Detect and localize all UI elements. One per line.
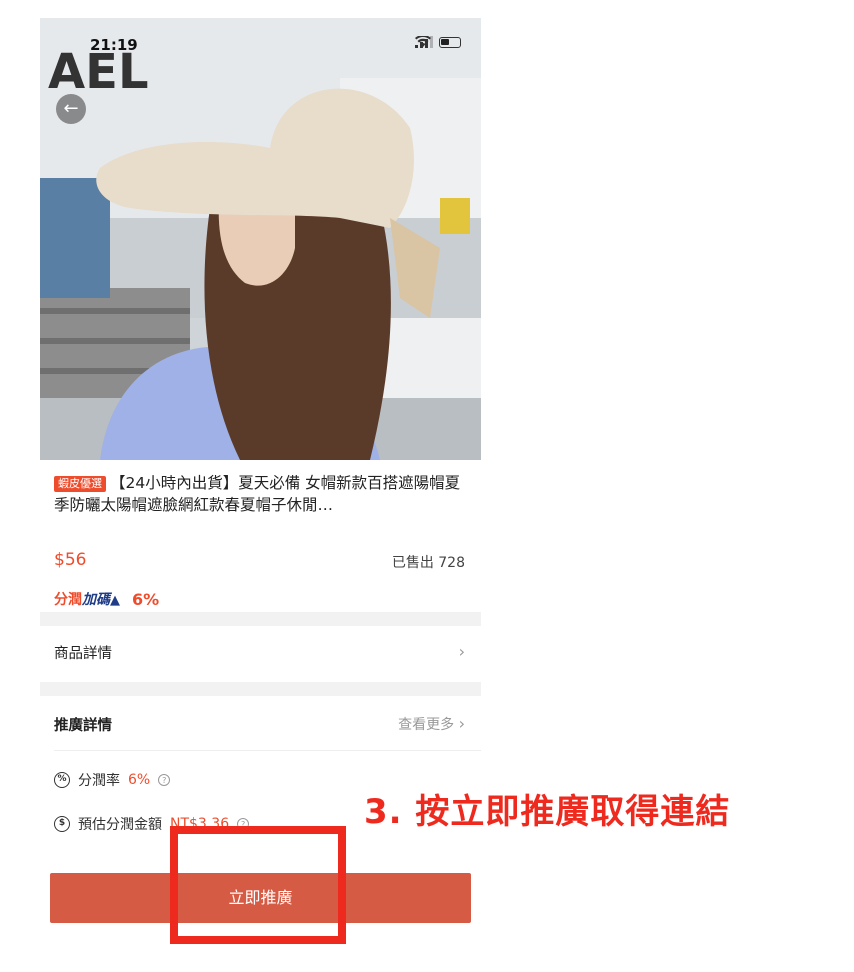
product-details-label: 商品詳情 <box>54 646 112 662</box>
product-image: AEL 21:19 ← <box>40 18 481 460</box>
percent-icon: % <box>54 772 70 788</box>
instruction-annotation: 3. 按立即推廣取得連結 <box>364 792 731 832</box>
commission-label: 分潤 <box>54 592 82 608</box>
product-details-row[interactable]: 商品詳情 › <box>40 628 481 676</box>
commission-rate-value: 6% <box>128 772 151 788</box>
product-title-text: 【24小時內出貨】夏天必備 女帽新款百搭遮陽帽夏季防曬太陽帽遮臉網紅款春夏帽子休… <box>54 474 461 514</box>
battery-icon <box>439 36 461 48</box>
arrow-up-icon: ▲ <box>110 593 120 608</box>
sold-count: 已售出 728 <box>391 555 465 571</box>
help-icon[interactable]: ? <box>158 774 171 786</box>
chevron-right-icon: › <box>458 642 465 661</box>
product-price: $56 <box>54 550 87 570</box>
promo-details-row: 推廣詳情 查看更多 › <box>40 700 481 748</box>
product-title: 蝦皮優選 【24小時內出貨】夏天必備 女帽新款百搭遮陽帽夏季防曬太陽帽遮臉網紅款春… <box>54 472 474 516</box>
wifi-icon <box>415 36 431 47</box>
see-more-link[interactable]: 查看更多 › <box>398 714 465 734</box>
promo-details-label: 推廣詳情 <box>54 718 112 734</box>
preferred-badge: 蝦皮優選 <box>54 476 106 492</box>
back-arrow-icon[interactable]: ← <box>56 94 86 124</box>
commission-rate-stat: % 分潤率 6% ? <box>54 770 171 790</box>
status-time: 21:19 <box>90 36 138 54</box>
divider <box>54 750 481 751</box>
product-photo: AEL <box>40 18 481 460</box>
chevron-right-icon: › <box>458 714 465 733</box>
section-gap <box>40 612 481 626</box>
commission-boost: 分潤加碼▲ 6% <box>54 589 159 609</box>
section-gap <box>40 682 481 696</box>
commission-rate: 6% <box>132 589 160 609</box>
highlight-box <box>170 826 346 944</box>
estimated-commission-label: 預估分潤金額 <box>78 817 162 833</box>
boost-label: 加碼 <box>82 592 110 608</box>
commission-rate-label: 分潤率 <box>78 773 120 789</box>
status-icons <box>415 36 461 48</box>
dollar-icon: $ <box>54 816 70 832</box>
